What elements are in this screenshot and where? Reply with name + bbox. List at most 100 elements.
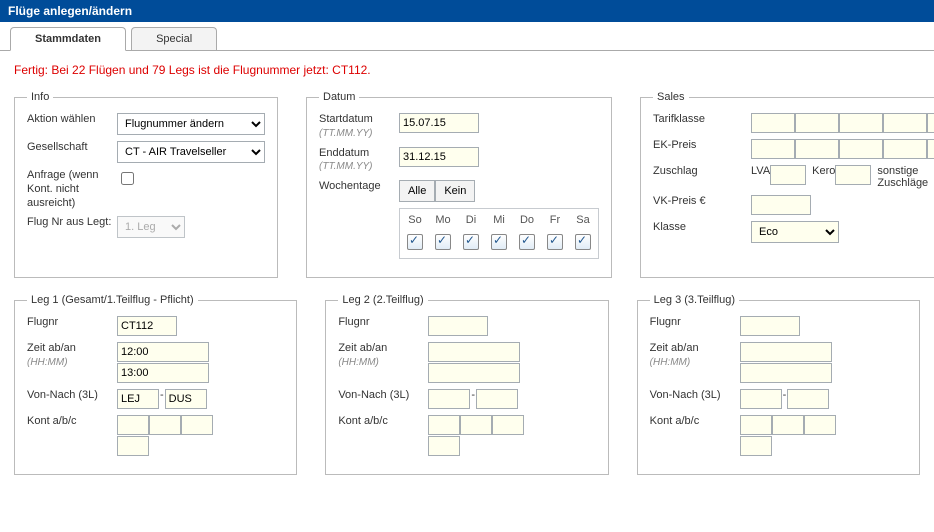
leg-1-nach-input[interactable]	[165, 389, 207, 409]
tarifklasse-4[interactable]	[927, 113, 934, 133]
leg-2-zeit-an-input[interactable]	[428, 363, 520, 383]
leg-2-zeit-label: Zeit ab/an(HH:MM)	[338, 342, 428, 370]
leg-1-kont-c[interactable]	[181, 415, 213, 435]
day-label-fr: Fr	[542, 211, 568, 229]
anfrage-label: Anfrage (wenn Kont. nicht ausreicht)	[27, 169, 117, 210]
leg-2-group: Leg 2 (2.Teilflug) Flugnr Zeit ab/an(HH:…	[325, 294, 608, 475]
aktion-label: Aktion wählen	[27, 113, 117, 127]
leg-3-legend: Leg 3 (3.Teilflug)	[650, 294, 739, 306]
status-message: Fertig: Bei 22 Flügen und 79 Legs ist di…	[14, 63, 920, 77]
klasse-select[interactable]: Eco	[751, 221, 839, 243]
ekpreis-2[interactable]	[839, 139, 883, 159]
lva-input[interactable]	[770, 165, 806, 185]
ekpreis-label: EK-Preis	[653, 139, 751, 153]
gesellschaft-select[interactable]: CT - AIR Travelseller	[117, 141, 265, 163]
leg-2-legend: Leg 2 (2.Teilflug)	[338, 294, 427, 306]
leg-3-nach-input[interactable]	[787, 389, 829, 409]
startdatum-input[interactable]	[399, 113, 479, 133]
enddatum-label: Enddatum (TT.MM.YY)	[319, 147, 399, 175]
leg-1-flugnr-input[interactable]	[117, 316, 177, 336]
sales-group: Sales Tarifklasse EK-Preis Zuschlag LVA	[640, 91, 934, 278]
leg-2-kont-a[interactable]	[428, 415, 460, 435]
wochentage-label: Wochentage	[319, 180, 399, 194]
day-label-do: Do	[514, 211, 540, 229]
leg-2-kont-c[interactable]	[492, 415, 524, 435]
day-check-sa[interactable]	[575, 234, 591, 250]
day-check-fr[interactable]	[547, 234, 563, 250]
tab-bar: Stammdaten Special	[0, 22, 934, 51]
leg-3-von-input[interactable]	[740, 389, 782, 409]
leg-1-zeit-ab-input[interactable]	[117, 342, 209, 362]
leg-1-legend: Leg 1 (Gesamt/1.Teilflug - Pflicht)	[27, 294, 198, 306]
weekday-table: So Mo Di Mi Do Fr Sa	[399, 208, 599, 259]
anfrage-checkbox[interactable]	[121, 172, 134, 185]
leg-2-zeit-ab-input[interactable]	[428, 342, 520, 362]
ekpreis-1[interactable]	[795, 139, 839, 159]
kero-label: Kero	[812, 165, 835, 177]
vkpreis-input[interactable]	[751, 195, 811, 215]
sales-legend: Sales	[653, 91, 689, 103]
sonstige-label: sonstige Zuschläge	[877, 165, 934, 189]
leg-3-zeit-ab-input[interactable]	[740, 342, 832, 362]
leg-1-kont-a[interactable]	[117, 415, 149, 435]
day-check-so[interactable]	[407, 234, 423, 250]
page-header: Flüge anlegen/ändern	[0, 0, 934, 22]
leg-2-flugnr-label: Flugnr	[338, 316, 428, 330]
ekpreis-0[interactable]	[751, 139, 795, 159]
tarifklasse-label: Tarifklasse	[653, 113, 751, 127]
leg-3-zeit-label: Zeit ab/an(HH:MM)	[650, 342, 740, 370]
leg-1-vonnach-label: Von-Nach (3L)	[27, 389, 117, 403]
leg-1-kont-a2[interactable]	[117, 436, 149, 456]
leg-1-zeit-label: Zeit ab/an(HH:MM)	[27, 342, 117, 370]
leg-3-kont-c[interactable]	[804, 415, 836, 435]
leg-3-flugnr-input[interactable]	[740, 316, 800, 336]
aktion-select[interactable]: Flugnummer ändern	[117, 113, 265, 135]
day-check-do[interactable]	[519, 234, 535, 250]
leg-3-kont-b[interactable]	[772, 415, 804, 435]
ekpreis-3[interactable]	[883, 139, 927, 159]
day-check-di[interactable]	[463, 234, 479, 250]
leg-1-zeit-an-input[interactable]	[117, 363, 209, 383]
tarifklasse-0[interactable]	[751, 113, 795, 133]
leg-3-flugnr-label: Flugnr	[650, 316, 740, 330]
flugnr-aus-select[interactable]: 1. Leg	[117, 216, 185, 238]
datum-group: Datum Startdatum (TT.MM.YY) Enddatum (TT…	[306, 91, 612, 278]
leg-1-group: Leg 1 (Gesamt/1.Teilflug - Pflicht) Flug…	[14, 294, 297, 475]
day-check-mi[interactable]	[491, 234, 507, 250]
leg-2-vonnach-label: Von-Nach (3L)	[338, 389, 428, 403]
day-check-mo[interactable]	[435, 234, 451, 250]
kein-button[interactable]: Kein	[435, 180, 475, 202]
day-label-sa: Sa	[570, 211, 596, 229]
tab-stammdaten[interactable]: Stammdaten	[10, 27, 126, 51]
leg-1-flugnr-label: Flugnr	[27, 316, 117, 330]
leg-1-kont-b[interactable]	[149, 415, 181, 435]
leg-3-kont-a[interactable]	[740, 415, 772, 435]
alle-button[interactable]: Alle	[399, 180, 435, 202]
leg-3-kont-a2[interactable]	[740, 436, 772, 456]
klasse-label: Klasse	[653, 221, 751, 235]
vkpreis-label: VK-Preis €	[653, 195, 751, 209]
leg-2-nach-input[interactable]	[476, 389, 518, 409]
enddatum-input[interactable]	[399, 147, 479, 167]
leg-2-kont-a2[interactable]	[428, 436, 460, 456]
tarifklasse-2[interactable]	[839, 113, 883, 133]
leg-2-flugnr-input[interactable]	[428, 316, 488, 336]
tab-special[interactable]: Special	[131, 27, 217, 50]
gesellschaft-label: Gesellschaft	[27, 141, 117, 155]
kero-input[interactable]	[835, 165, 871, 185]
day-label-di: Di	[458, 211, 484, 229]
tarifklasse-1[interactable]	[795, 113, 839, 133]
day-label-so: So	[402, 211, 428, 229]
ekpreis-4[interactable]	[927, 139, 934, 159]
leg-3-group: Leg 3 (3.Teilflug) Flugnr Zeit ab/an(HH:…	[637, 294, 920, 475]
leg-3-zeit-an-input[interactable]	[740, 363, 832, 383]
leg-2-kont-label: Kont a/b/c	[338, 415, 428, 429]
leg-2-von-input[interactable]	[428, 389, 470, 409]
leg-1-von-input[interactable]	[117, 389, 159, 409]
leg-2-kont-b[interactable]	[460, 415, 492, 435]
page-title: Flüge anlegen/ändern	[8, 4, 132, 18]
leg-3-vonnach-label: Von-Nach (3L)	[650, 389, 740, 403]
leg-1-kont-label: Kont a/b/c	[27, 415, 117, 429]
day-label-mi: Mi	[486, 211, 512, 229]
tarifklasse-3[interactable]	[883, 113, 927, 133]
